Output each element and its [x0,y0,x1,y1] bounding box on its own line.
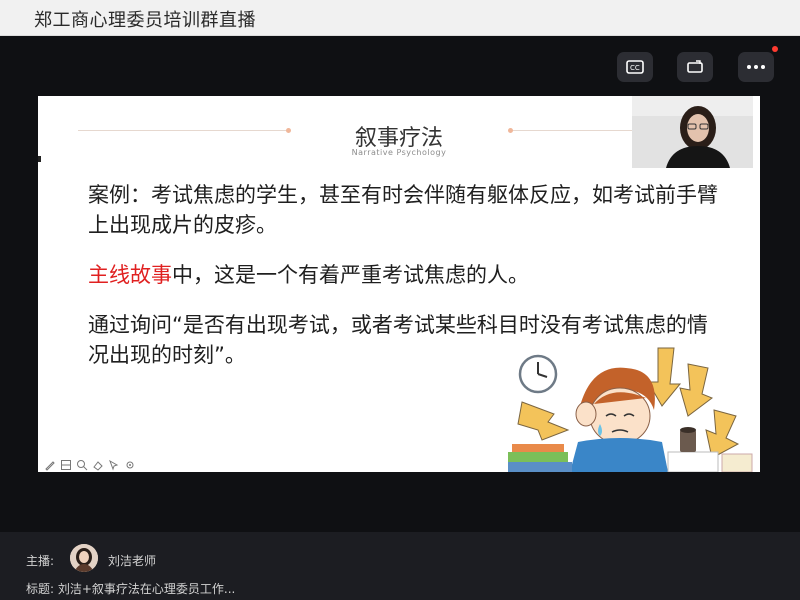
main-story-text: 中，这是一个有着严重考试焦虑的人。 [172,263,529,287]
presenter-webcam[interactable] [632,96,753,168]
eraser-icon[interactable] [92,456,104,471]
settings-icon[interactable] [124,456,136,469]
subtitle-toggle-button[interactable]: CC [617,52,653,82]
live-topic: 标题: 刘洁+叙事疗法在心理委员工作... [26,582,236,596]
case-paragraph: 案例：考试焦虑的学生，甚至有时会伴随有躯体反应，如考试前手臂上出现成片的皮疹。 [88,183,718,237]
zoom-icon[interactable] [76,456,88,471]
notification-dot [772,46,778,52]
subtitle-toggle-icon: CC [626,60,644,74]
main-story-paragraph: 主线故事中，这是一个有着严重考试焦虑的人。 [88,260,718,290]
presenter-video-frame [632,96,753,168]
pen-icon[interactable] [44,456,56,471]
host-label: 主播: [26,554,55,568]
screen-rotate-button[interactable] [677,52,713,82]
host-avatar-image [70,544,98,572]
window-title: 郑工商心理委员培训群直播 [34,10,256,31]
anxious-student-illustration [508,347,753,472]
host-name[interactable]: 刘洁老师 [108,552,156,569]
pointer-icon[interactable] [108,456,120,471]
slide-toolbar [44,456,136,471]
more-icon [747,65,765,69]
live-info-bar: 主播: 刘洁老师 标题: 刘洁+叙事疗法在心理委员工作... [0,532,800,600]
screen-rotate-icon [687,60,703,73]
svg-text:CC: CC [630,64,640,72]
main-story-highlight: 主线故事 [88,263,172,287]
host-avatar[interactable] [70,544,98,572]
window-titlebar: 郑工商心理委员培训群直播 [0,0,800,36]
layout-icon[interactable] [60,456,72,470]
more-button[interactable] [738,52,774,82]
